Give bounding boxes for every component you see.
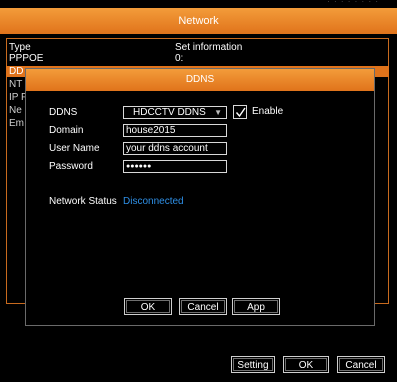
- username-field[interactable]: your ddns account: [123, 142, 227, 155]
- ddns-dialog: DDNS DDNS HDCCTV DDNS ▼ Enable Domain ho…: [25, 68, 375, 326]
- column-header-type: Type: [9, 42, 31, 53]
- domain-label: Domain: [49, 125, 84, 136]
- network-row-email[interactable]: Em: [9, 118, 24, 129]
- ddns-title: DDNS: [26, 69, 374, 91]
- setting-button[interactable]: Setting: [231, 356, 275, 373]
- password-field[interactable]: ●●●●●●: [123, 160, 227, 173]
- username-label: User Name: [49, 143, 100, 154]
- chevron-down-icon: ▼: [214, 108, 222, 117]
- network-row-net[interactable]: Ne: [9, 105, 22, 116]
- column-header-info: Set information: [175, 42, 243, 53]
- network-ok-button[interactable]: OK: [283, 356, 329, 373]
- ddns-type-label: DDNS: [49, 107, 78, 118]
- network-status-value: Disconnected: [123, 196, 184, 207]
- enable-label: Enable: [252, 106, 284, 117]
- ddns-app-button[interactable]: App: [232, 298, 280, 315]
- ddns-provider-value: HDCCTV DDNS: [133, 107, 206, 118]
- domain-field[interactable]: house2015: [123, 124, 227, 137]
- ddns-ok-button[interactable]: OK: [124, 298, 172, 315]
- enable-checkbox[interactable]: [233, 105, 247, 119]
- network-status-label: Network Status: [49, 196, 117, 207]
- checkmark-icon: [235, 107, 246, 118]
- network-row-pppoe[interactable]: PPPOE: [9, 53, 43, 64]
- ddns-cancel-button[interactable]: Cancel: [179, 298, 227, 315]
- top-strip: · · · · · · · ·: [0, 0, 397, 8]
- network-row-ntp[interactable]: NT: [9, 79, 22, 90]
- network-row-pppoe-info: 0:: [175, 53, 184, 64]
- network-cancel-button[interactable]: Cancel: [337, 356, 385, 373]
- password-label: Password: [49, 161, 93, 172]
- network-title: Network: [0, 8, 397, 34]
- network-row-ddns[interactable]: DD: [9, 66, 23, 77]
- ddns-provider-select[interactable]: HDCCTV DDNS ▼: [123, 106, 227, 119]
- top-strip-text: · · · · · · · ·: [327, 0, 379, 6]
